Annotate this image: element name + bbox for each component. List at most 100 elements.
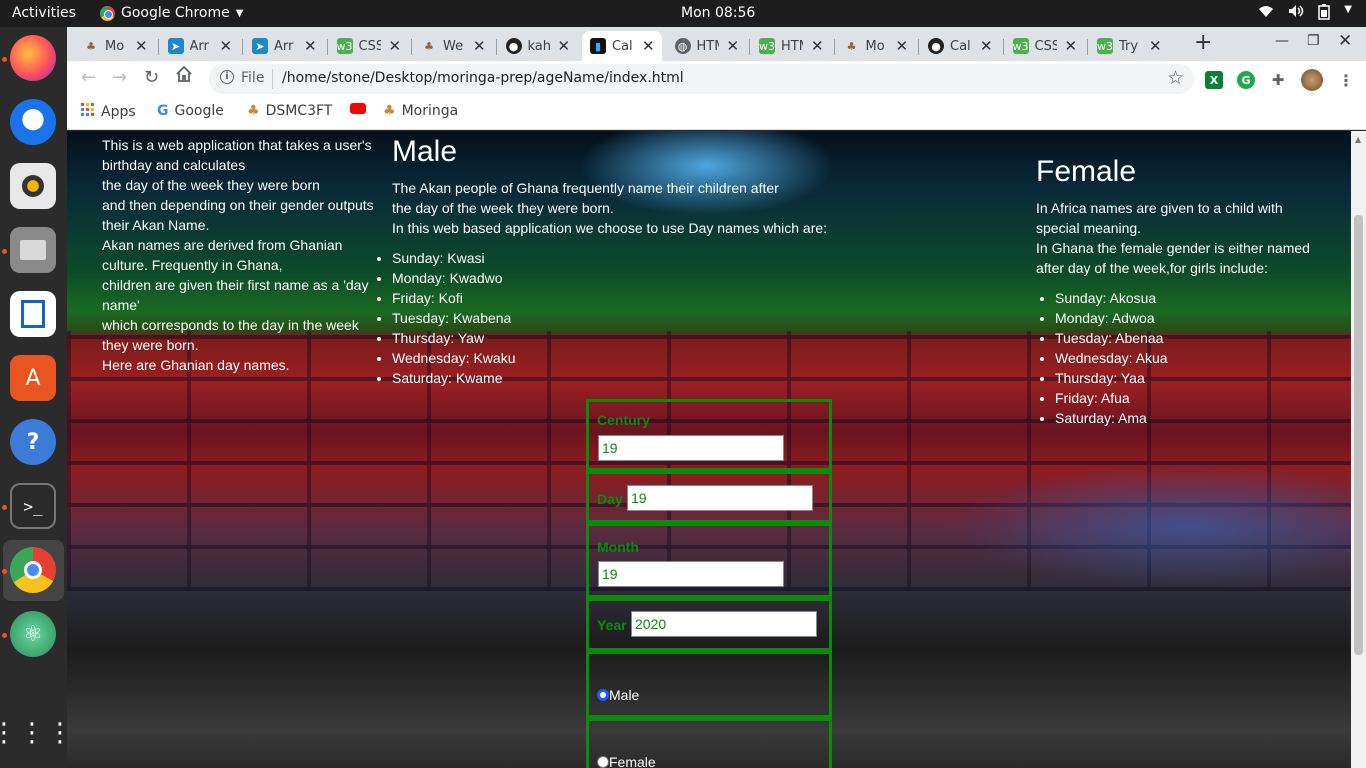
tab-close-icon[interactable]: ✕ — [220, 37, 233, 55]
bookmark-moringa[interactable]: ♣ Moringa — [383, 103, 458, 119]
list-item: Friday: Kofi — [392, 288, 852, 308]
tab-2[interactable]: ➤ Arr ✕ — [244, 31, 324, 61]
app-menu[interactable]: Google Chrome ▼ — [100, 5, 243, 21]
close-window-button[interactable]: ✕ — [1338, 31, 1352, 51]
tab-close-icon[interactable]: ✕ — [473, 37, 486, 55]
forward-button[interactable]: → — [112, 67, 127, 88]
century-label: Century — [597, 412, 650, 428]
bookmark-google[interactable]: G Google — [157, 103, 224, 119]
web-page: This is a web application that takes a u… — [67, 131, 1351, 768]
wifi-icon — [1258, 4, 1274, 24]
tab-9[interactable]: ♣ Mo ✕ — [836, 31, 916, 61]
tab-separator — [749, 39, 750, 55]
female-names-list: Sunday: Akosua Monday: Adwoa Tuesday: Ab… — [1036, 288, 1326, 428]
male-radio[interactable]: Male — [597, 687, 639, 703]
tab-label: Arr — [274, 38, 294, 54]
century-input[interactable] — [598, 435, 784, 461]
tab-close-icon[interactable]: ✕ — [980, 37, 993, 55]
list-item: Tuesday: Abenaa — [1055, 328, 1326, 348]
clock[interactable]: Mon 08:56 — [681, 5, 755, 21]
tab-10[interactable]: ● Cal ✕ — [920, 31, 1000, 61]
terminal-icon[interactable]: >_ — [10, 483, 56, 529]
app-grid-icon[interactable]: ⋮⋮⋮ — [0, 710, 73, 756]
bookmark-apps[interactable]: Apps — [81, 103, 136, 121]
male-radio-group: Male — [586, 651, 832, 718]
running-indicator — [2, 633, 7, 638]
year-input[interactable] — [631, 611, 817, 637]
bookmark-youtube[interactable] — [350, 103, 366, 114]
home-button[interactable] — [175, 65, 193, 88]
tab-3[interactable]: w3 CSS ✕ — [329, 31, 409, 61]
url-text[interactable]: /home/stone/Desktop/moringa-prep/ageName… — [282, 70, 684, 86]
tab-separator — [326, 39, 328, 55]
tab-12[interactable]: w3 Try ✕ — [1089, 31, 1169, 61]
system-tray[interactable]: ▼ — [1258, 4, 1352, 24]
tab-8[interactable]: w3 HTM ✕ — [751, 31, 831, 61]
radio-selected-icon — [597, 689, 609, 701]
tab-close-icon[interactable]: ✕ — [304, 37, 317, 55]
tab-5[interactable]: ● kah ✕ — [498, 31, 578, 61]
male-heading: Male — [392, 135, 458, 168]
help-icon[interactable]: ? — [10, 419, 56, 465]
tab-7[interactable]: ◍ HTM ✕ — [667, 31, 747, 61]
tab-separator — [495, 39, 497, 55]
tab-6[interactable]: ▮ Cal ✕ — [582, 31, 662, 61]
github-icon: ● — [928, 38, 944, 54]
more-menu-icon[interactable]: ⋮ — [1337, 71, 1355, 90]
scrollbar-thumb[interactable] — [1354, 215, 1363, 655]
tab-11[interactable]: w3 CSS ✕ — [1005, 31, 1085, 61]
tab-close-icon[interactable]: ✕ — [1149, 37, 1162, 55]
address-bar[interactable]: i File /home/stone/Desktop/moringa-prep/… — [209, 64, 1194, 94]
excel-extension-icon[interactable]: X — [1205, 71, 1223, 89]
year-label: Year — [597, 617, 627, 633]
tab-close-icon[interactable]: ✕ — [896, 37, 909, 55]
extensions-puzzle-icon[interactable]: ✚ — [1269, 71, 1287, 89]
reload-button[interactable]: ↻ — [144, 67, 159, 88]
tab-close-icon[interactable]: ✕ — [135, 37, 148, 55]
tab-label: HTM — [781, 38, 803, 54]
tab-close-icon[interactable]: ✕ — [811, 37, 824, 55]
youtube-icon — [350, 103, 366, 114]
back-button[interactable]: ← — [81, 67, 96, 88]
chrome-icon[interactable] — [10, 547, 56, 593]
new-tab-button[interactable]: + — [1194, 30, 1212, 55]
writer-icon[interactable] — [10, 291, 56, 337]
apps-grid-icon — [81, 103, 95, 121]
tab-close-icon[interactable]: ✕ — [642, 37, 655, 55]
tab-close-icon[interactable]: ✕ — [727, 37, 740, 55]
minimize-button[interactable]: — — [1275, 33, 1289, 49]
rhythmbox-icon[interactable] — [10, 163, 56, 209]
tab-label: Cal — [612, 38, 633, 54]
month-input[interactable] — [598, 561, 784, 587]
tab-1[interactable]: ➤ Arr ✕ — [160, 31, 240, 61]
grammar-extension-icon[interactable]: G — [1237, 71, 1255, 89]
software-icon[interactable]: A — [10, 355, 56, 401]
thunderbird-icon[interactable] — [10, 99, 56, 145]
tab-close-icon[interactable]: ✕ — [1065, 37, 1078, 55]
bookmark-dsmc3ft[interactable]: ♣ DSMC3FT — [247, 103, 332, 119]
bookmark-star-icon[interactable]: ☆ — [1167, 67, 1184, 89]
files-icon[interactable] — [10, 227, 56, 273]
tab-close-icon[interactable]: ✕ — [389, 37, 402, 55]
intro-line: children are given their first name as a… — [102, 277, 369, 313]
day-input[interactable] — [627, 485, 813, 511]
tab-0[interactable]: ♣ Mo ✕ — [75, 31, 155, 61]
firefox-icon[interactable] — [10, 35, 56, 81]
atom-icon[interactable]: ⚛ — [10, 611, 56, 657]
radio-unselected-icon — [597, 756, 609, 768]
tab-4[interactable]: ♣ We ✕ — [413, 31, 493, 61]
restore-button[interactable]: ❐ — [1307, 33, 1320, 49]
activities-button[interactable]: Activities — [12, 5, 76, 21]
bookmark-label: Google — [174, 103, 224, 119]
list-item: Saturday: Kwame — [392, 368, 852, 388]
site-info-icon[interactable]: i — [220, 70, 234, 84]
tab-label: We — [443, 38, 464, 54]
tab-close-icon[interactable]: ✕ — [558, 37, 571, 55]
tab-label: Cal — [950, 38, 971, 54]
female-radio[interactable]: Female — [597, 754, 656, 768]
male-section: Male The Akan people of Ghana frequently… — [392, 135, 852, 388]
scroll-up-arrow-icon[interactable]: ▲ — [1355, 135, 1361, 144]
male-line: The Akan people of Ghana frequently name… — [392, 180, 779, 196]
page-scrollbar[interactable]: ▲ — [1351, 131, 1366, 768]
profile-avatar[interactable] — [1301, 69, 1323, 91]
